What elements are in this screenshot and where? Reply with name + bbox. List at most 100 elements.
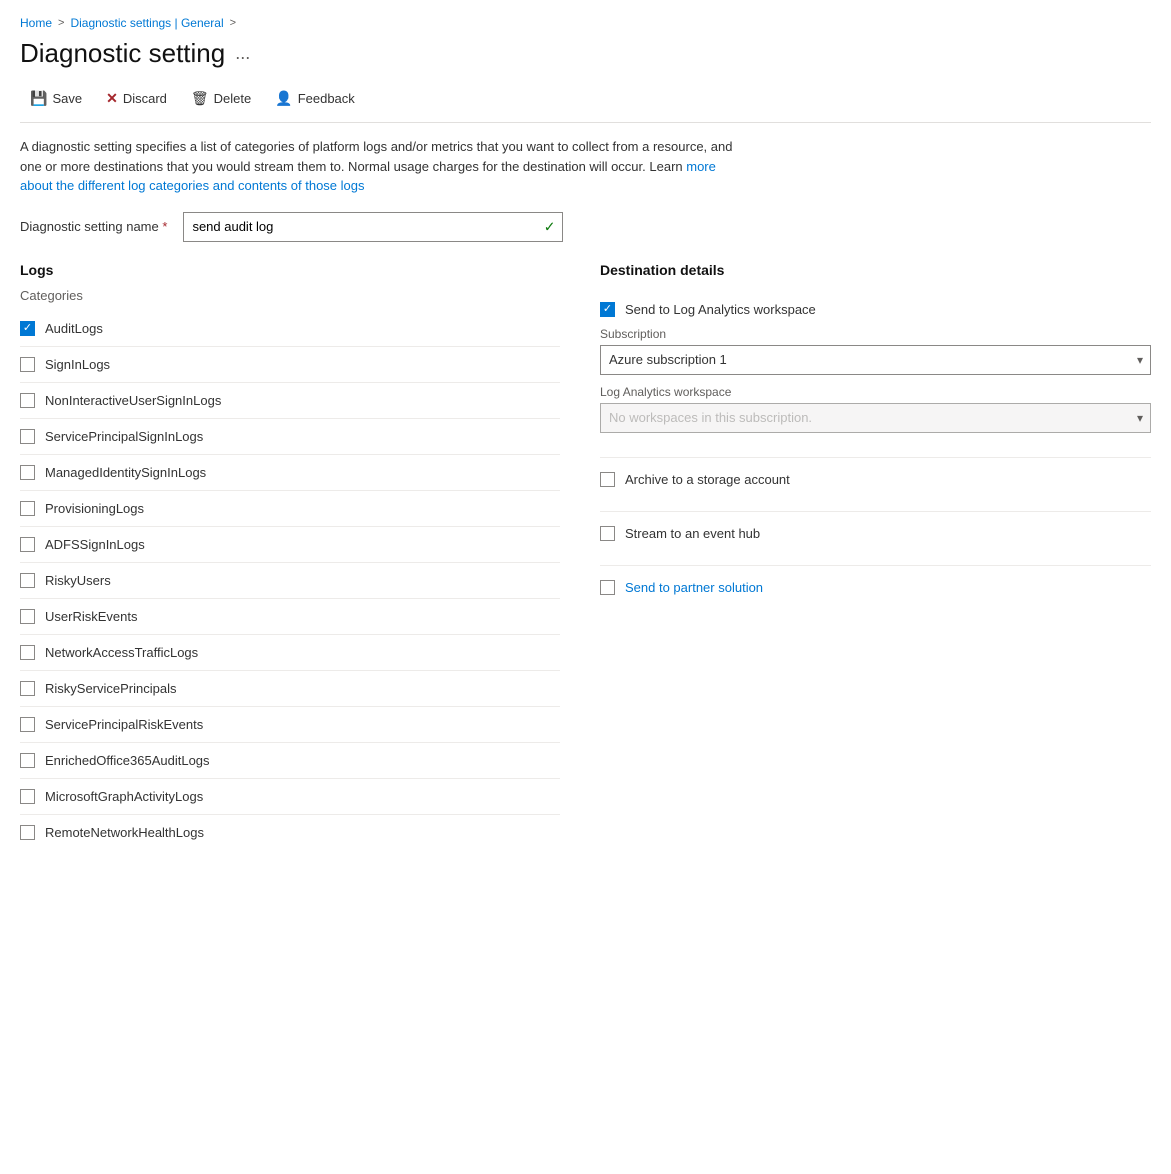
- log-label: ProvisioningLogs: [45, 501, 144, 516]
- log-label: RemoteNetworkHealthLogs: [45, 825, 204, 840]
- dest-select-0[interactable]: Azure subscription 1: [600, 345, 1151, 375]
- log-item: UserRiskEvents: [20, 599, 560, 635]
- dest-checkbox-partner-solution[interactable]: [600, 580, 615, 595]
- feedback-label: Feedback: [298, 91, 355, 106]
- breadcrumb-settings[interactable]: Diagnostic settings | General: [70, 16, 223, 30]
- log-label: NetworkAccessTrafficLogs: [45, 645, 198, 660]
- dest-header-event-hub: Stream to an event hub: [600, 526, 1151, 541]
- logs-panel: Logs Categories AuditLogs SignInLogs NonIn…: [20, 262, 560, 850]
- save-button[interactable]: 💾 Save: [20, 85, 92, 112]
- breadcrumb-sep2: >: [230, 17, 236, 29]
- dest-header-log-analytics: Send to Log Analytics workspace: [600, 302, 1151, 317]
- dest-label-storage-account: Archive to a storage account: [625, 472, 790, 487]
- toolbar: 💾 Save ✕ Discard 🗑 Delete 👤 Feedback: [20, 85, 1151, 123]
- dest-checkbox-storage-account[interactable]: [600, 472, 615, 487]
- log-item: MicrosoftGraphActivityLogs: [20, 779, 560, 815]
- log-label: ServicePrincipalRiskEvents: [45, 717, 203, 732]
- page-title: Diagnostic setting: [20, 38, 225, 69]
- dest-label-log-analytics: Send to Log Analytics workspace: [625, 302, 816, 317]
- discard-label: Discard: [123, 91, 167, 106]
- logs-sub-title: Categories: [20, 288, 560, 303]
- delete-button[interactable]: 🗑 Delete: [181, 85, 261, 112]
- dest-item-partner-solution: Send to partner solution: [600, 566, 1151, 619]
- log-label: ADFSSignInLogs: [45, 537, 145, 552]
- log-item: RemoteNetworkHealthLogs: [20, 815, 560, 850]
- feedback-button[interactable]: 👤 Feedback: [265, 85, 365, 112]
- feedback-icon: 👤: [275, 90, 292, 107]
- log-checkbox-remotenetworkhealthlogs[interactable]: [20, 825, 35, 840]
- log-checkbox-enrichedoffice365auditlogs[interactable]: [20, 753, 35, 768]
- log-item: SignInLogs: [20, 347, 560, 383]
- dest-item-event-hub: Stream to an event hub: [600, 512, 1151, 566]
- save-label: Save: [52, 91, 82, 106]
- page-container: Home > Diagnostic settings | General > D…: [0, 0, 1171, 866]
- dest-label-event-hub: Stream to an event hub: [625, 526, 760, 541]
- log-label: SignInLogs: [45, 357, 110, 372]
- log-checkbox-serviceprincipalsigninlogs[interactable]: [20, 429, 35, 444]
- dest-checkbox-log-analytics[interactable]: [600, 302, 615, 317]
- log-label: AuditLogs: [45, 321, 103, 336]
- dest-sub-field-label: Subscription: [600, 327, 1151, 341]
- dest-sub-field-0-0: Subscription Azure subscription 1▾: [600, 327, 1151, 375]
- log-label: UserRiskEvents: [45, 609, 137, 624]
- breadcrumb-home[interactable]: Home: [20, 16, 52, 30]
- dest-item-storage-account: Archive to a storage account: [600, 458, 1151, 512]
- log-checkbox-riskyusers[interactable]: [20, 573, 35, 588]
- log-checkbox-provisioninglogs[interactable]: [20, 501, 35, 516]
- setting-name-label: Diagnostic setting name *: [20, 219, 167, 234]
- discard-icon: ✕: [106, 90, 118, 107]
- description-text1: A diagnostic setting specifies a list of…: [20, 139, 732, 174]
- log-item: NonInteractiveUserSignInLogs: [20, 383, 560, 419]
- log-checkbox-microsoftgraphactivitylogs[interactable]: [20, 789, 35, 804]
- dest-sub-field-label: Log Analytics workspace: [600, 385, 1151, 399]
- log-item: ProvisioningLogs: [20, 491, 560, 527]
- log-checkbox-auditlogs[interactable]: [20, 321, 35, 336]
- dest-sub-field-0-1: Log Analytics workspace No workspaces in …: [600, 385, 1151, 433]
- save-icon: 💾: [30, 90, 47, 107]
- valid-icon: ✓: [544, 218, 556, 235]
- log-item: ManagedIdentitySignInLogs: [20, 455, 560, 491]
- dest-header-storage-account: Archive to a storage account: [600, 472, 1151, 487]
- breadcrumb: Home > Diagnostic settings | General >: [20, 16, 1151, 30]
- log-checkbox-signinlogs[interactable]: [20, 357, 35, 372]
- log-checkbox-adfssigninlogs[interactable]: [20, 537, 35, 552]
- log-label: RiskyUsers: [45, 573, 111, 588]
- log-label: EnrichedOffice365AuditLogs: [45, 753, 210, 768]
- select-wrap: Azure subscription 1▾: [600, 345, 1151, 375]
- dest-item-log-analytics: Send to Log Analytics workspace Subscript…: [600, 288, 1151, 458]
- select-wrap: No workspaces in this subscription.▾: [600, 403, 1151, 433]
- required-indicator: *: [162, 219, 167, 234]
- log-label: ServicePrincipalSignInLogs: [45, 429, 203, 444]
- breadcrumb-sep1: >: [58, 17, 64, 29]
- delete-label: Delete: [214, 91, 252, 106]
- main-content: Logs Categories AuditLogs SignInLogs NonIn…: [20, 262, 1151, 850]
- destination-panel: Destination details Send to Log Analytic…: [600, 262, 1151, 850]
- destination-section-title: Destination details: [600, 262, 1151, 278]
- more-options-icon[interactable]: ...: [235, 43, 250, 64]
- setting-name-field-row: Diagnostic setting name * ✓: [20, 212, 1151, 242]
- logs-section-title: Logs: [20, 262, 560, 278]
- log-item: EnrichedOffice365AuditLogs: [20, 743, 560, 779]
- discard-button[interactable]: ✕ Discard: [96, 85, 177, 112]
- log-label: RiskyServicePrincipals: [45, 681, 176, 696]
- log-item: ADFSSignInLogs: [20, 527, 560, 563]
- log-item: RiskyServicePrincipals: [20, 671, 560, 707]
- log-item: ServicePrincipalSignInLogs: [20, 419, 560, 455]
- dest-checkbox-event-hub[interactable]: [600, 526, 615, 541]
- log-checkbox-networkaccesstrafficlogs[interactable]: [20, 645, 35, 660]
- setting-name-input[interactable]: [183, 212, 563, 242]
- log-label: MicrosoftGraphActivityLogs: [45, 789, 203, 804]
- description-text: A diagnostic setting specifies a list of…: [20, 137, 740, 196]
- log-item: RiskyUsers: [20, 563, 560, 599]
- setting-name-input-wrap: ✓: [183, 212, 563, 242]
- log-label: ManagedIdentitySignInLogs: [45, 465, 206, 480]
- log-checkbox-noninteractiveusersigninlogs[interactable]: [20, 393, 35, 408]
- log-checkbox-serviceprincipalriskevents[interactable]: [20, 717, 35, 732]
- dest-select-1: No workspaces in this subscription.: [600, 403, 1151, 433]
- dest-header-partner-solution: Send to partner solution: [600, 580, 1151, 595]
- log-checkbox-userriskevents[interactable]: [20, 609, 35, 624]
- log-checkbox-managedidentitysigninlogs[interactable]: [20, 465, 35, 480]
- log-item: NetworkAccessTrafficLogs: [20, 635, 560, 671]
- log-checkbox-riskyserviceprincipals[interactable]: [20, 681, 35, 696]
- delete-icon: 🗑: [191, 90, 209, 107]
